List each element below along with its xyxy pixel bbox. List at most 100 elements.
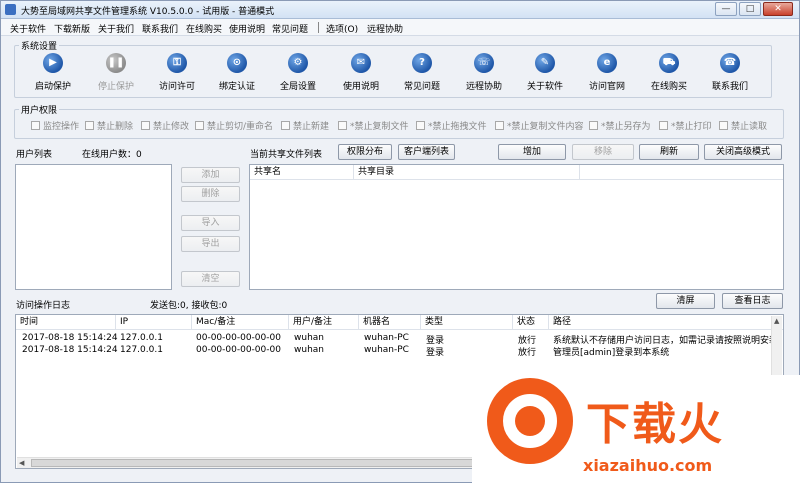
access-permit-label: 访问许可 [158, 82, 195, 92]
perm-no-copy-content[interactable]: *禁止复制文件内容 [495, 119, 584, 132]
menu-buy-online[interactable]: 在线购买 [186, 22, 222, 35]
app-icon [5, 4, 16, 15]
minimize-button[interactable]: — [715, 2, 737, 16]
column-status[interactable]: 状态 [513, 315, 549, 329]
scroll-left-icon[interactable]: ◀ [19, 459, 24, 467]
title-bar: 大势至局域网共享文件管理系统 V10.5.0.0 - 试用版 - 普通模式 — … [1, 1, 799, 19]
perm-no-save-as[interactable]: *禁止另存为 [589, 119, 651, 132]
user-list[interactable] [15, 164, 172, 290]
perm-no-print[interactable]: *禁止打印 [659, 119, 712, 132]
menu-remote-assist[interactable]: 远程协助 [367, 22, 403, 35]
menu-faq[interactable]: 常见问题 [272, 22, 308, 35]
user-list-label: 用户列表 [16, 150, 53, 160]
perm-no-save-as-label: *禁止另存为 [601, 122, 651, 132]
visit-website-label: 访问官网 [588, 82, 625, 92]
menu-about-software[interactable]: 关于软件 [10, 22, 46, 35]
stop-protection-label: 停止保护 [97, 82, 134, 92]
column-type[interactable]: 类型 [421, 315, 513, 329]
log-cell-time: 2017-08-18 15:14:24 [22, 345, 118, 355]
play-icon: ▶ [43, 53, 63, 73]
column-mac[interactable]: Mac/备注 [192, 315, 289, 329]
export-button[interactable]: 导出 [181, 236, 240, 252]
checkbox-icon [416, 121, 425, 130]
menu-separator [318, 22, 319, 33]
close-button[interactable]: ✕ [763, 2, 793, 16]
menu-contact-us[interactable]: 联系我们 [142, 22, 178, 35]
log-cell-mac: 00-00-00-00-00-00 [196, 345, 281, 355]
access-permit-button[interactable]: ⚿ 访问许可 [146, 53, 208, 93]
clear-users-button[interactable]: 清空 [181, 271, 240, 287]
menu-bar: 关于软件 下载新版 关于我们 联系我们 在线购买 使用说明 常见问题 选项(O)… [1, 19, 799, 36]
column-share-dir[interactable]: 共享目录 [354, 165, 580, 179]
shared-files-label: 当前共享文件列表 [250, 150, 323, 160]
add-share-button[interactable]: 增加 [498, 144, 566, 160]
contact-us-button[interactable]: ☎ 联系我们 [699, 53, 761, 93]
log-cell-user: wuhan [294, 345, 324, 355]
menu-download-new[interactable]: 下载新版 [54, 22, 90, 35]
checkbox-icon [141, 121, 150, 130]
log-cell-status: 放行 [518, 348, 537, 358]
close-advanced-mode-button[interactable]: 关闭高级模式 [704, 144, 782, 160]
watermark-url: xiazaihuo.com [583, 456, 713, 475]
perm-monitor-label: 监控操作 [43, 122, 80, 132]
perm-no-create-label: 禁止新建 [293, 122, 330, 132]
perm-monitor[interactable]: 监控操作 [31, 119, 79, 132]
client-list-button[interactable]: 客户端列表 [398, 144, 455, 160]
about-software-button[interactable]: ✎ 关于软件 [514, 53, 576, 93]
column-user[interactable]: 用户/备注 [289, 315, 359, 329]
perm-no-copy-file[interactable]: *禁止复制文件 [338, 119, 409, 132]
visit-website-button[interactable]: e 访问官网 [576, 53, 638, 93]
shared-files-table[interactable]: 共享名 共享目录 [249, 164, 784, 290]
perm-no-delete-label: 禁止删除 [97, 122, 134, 132]
refresh-button[interactable]: 刷新 [639, 144, 699, 160]
perm-no-modify[interactable]: 禁止修改 [141, 119, 189, 132]
maximize-button[interactable]: □ [739, 2, 761, 16]
perm-no-drag-file[interactable]: *禁止拖拽文件 [416, 119, 487, 132]
start-protection-button[interactable]: ▶ 启动保护 [22, 53, 84, 93]
perm-no-cut-rename[interactable]: 禁止剪切/重命名 [195, 119, 273, 132]
column-ip[interactable]: IP [116, 315, 192, 329]
perm-no-delete[interactable]: 禁止删除 [85, 119, 133, 132]
global-settings-button[interactable]: ⚙ 全局设置 [267, 53, 329, 93]
stop-protection-button[interactable]: ❚❚ 停止保护 [85, 53, 147, 93]
log-cell-mac: 00-00-00-00-00-00 [196, 333, 281, 343]
watermark-text: 下载火 [586, 399, 724, 450]
perm-no-read[interactable]: 禁止读取 [719, 119, 767, 132]
cart-icon: ⛟ [659, 53, 679, 73]
log-cell-machine: wuhan-PC [364, 333, 409, 343]
import-button[interactable]: 导入 [181, 215, 240, 231]
view-log-button[interactable]: 查看日志 [722, 293, 783, 309]
remote-assist-label: 远程协助 [465, 82, 502, 92]
faq-button[interactable]: ? 常见问题 [391, 53, 453, 93]
menu-instructions[interactable]: 使用说明 [229, 22, 265, 35]
add-user-button[interactable]: 添加 [181, 167, 240, 183]
buy-online-button[interactable]: ⛟ 在线购买 [638, 53, 700, 93]
packet-stats: 发送包:0, 接收包:0 [150, 301, 228, 311]
perm-no-create[interactable]: 禁止新建 [281, 119, 329, 132]
global-settings-label: 全局设置 [279, 82, 316, 92]
browser-icon: e [597, 53, 617, 73]
column-time[interactable]: 时间 [16, 315, 116, 329]
menu-about-us[interactable]: 关于我们 [98, 22, 134, 35]
permission-distribution-button[interactable]: 权限分布 [338, 144, 392, 160]
instructions-label: 使用说明 [342, 82, 379, 92]
perm-no-copy-file-label: *禁止复制文件 [350, 122, 409, 132]
column-machine[interactable]: 机器名 [359, 315, 421, 329]
remove-share-button[interactable]: 移除 [572, 144, 634, 160]
remote-assist-button[interactable]: ☏ 远程协助 [453, 53, 515, 93]
checkbox-icon [495, 121, 504, 130]
perm-no-print-label: *禁止打印 [671, 122, 712, 132]
bind-auth-button[interactable]: ⊙ 绑定认证 [206, 53, 268, 93]
clear-screen-button[interactable]: 清屏 [656, 293, 715, 309]
column-share-name[interactable]: 共享名 [250, 165, 354, 179]
menu-options[interactable]: 选项(O) [326, 22, 358, 35]
instructions-button[interactable]: ✉ 使用说明 [330, 53, 392, 93]
checkbox-icon [659, 121, 668, 130]
contact-us-label: 联系我们 [711, 82, 748, 92]
scroll-up-icon[interactable]: ▲ [774, 317, 779, 325]
user-permissions-label: 用户权限 [19, 103, 60, 116]
header-divider [250, 179, 783, 180]
perm-no-read-label: 禁止读取 [731, 122, 768, 132]
column-path[interactable]: 路径 [549, 315, 773, 329]
delete-user-button[interactable]: 删除 [181, 186, 240, 202]
